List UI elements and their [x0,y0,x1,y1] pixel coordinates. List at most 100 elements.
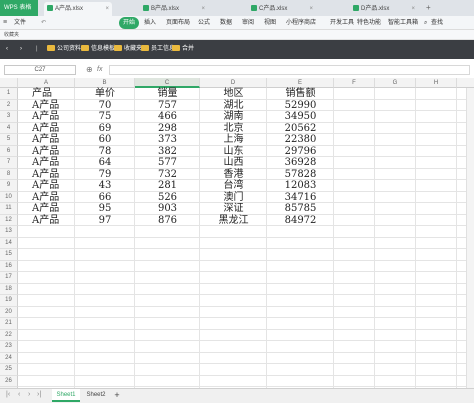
table-cell[interactable]: 北京 [200,123,267,135]
file-tab-b[interactable]: B产品.xlsx × [140,2,208,16]
row-header[interactable]: 16 [0,260,18,272]
table-cell[interactable]: A产品 [32,100,75,112]
fav-templates[interactable]: 信息模板 [81,44,115,55]
row-header[interactable]: 13 [0,226,18,238]
select-all-corner[interactable] [0,78,18,88]
row-header[interactable]: 11 [0,203,18,215]
next-sheet-icon[interactable]: › [28,391,30,398]
table-cell[interactable]: 95 [75,203,135,215]
table-cell[interactable]: 75 [75,111,135,123]
table-cell[interactable]: 43 [75,180,135,192]
table-cell[interactable]: 382 [135,146,200,158]
table-cell[interactable]: 732 [135,169,200,181]
table-cell[interactable]: 97 [75,215,135,227]
row-header[interactable]: 17 [0,272,18,284]
row-header[interactable]: 7 [0,157,18,169]
column-header[interactable]: F [334,78,375,88]
column-title-cell[interactable]: 产品 [32,88,75,100]
menu-insert[interactable]: 插入 [144,17,156,29]
back-icon[interactable]: ‹ [6,44,8,55]
row-header[interactable]: 19 [0,295,18,307]
prev-sheet-icon[interactable]: ‹ [18,391,20,398]
sheet-tab-2[interactable]: Sheet2 [82,389,110,402]
table-cell[interactable]: 526 [135,192,200,204]
row-header[interactable]: 26 [0,375,18,387]
row-header[interactable]: 12 [0,214,18,226]
table-cell[interactable]: 12083 [267,180,334,192]
search-icon[interactable]: ⌕ [424,17,427,29]
fav-company-docs[interactable]: 公司资料 [47,44,81,55]
row-header[interactable]: 1 [0,88,18,100]
add-sheet-button[interactable]: + [112,389,122,402]
row-header[interactable]: 24 [0,352,18,364]
row-header[interactable]: 20 [0,306,18,318]
table-cell[interactable]: 60 [75,134,135,146]
table-cell[interactable]: A产品 [32,215,75,227]
row-header[interactable]: 10 [0,191,18,203]
spreadsheet-grid[interactable]: ABCDEFGHI1234567891011121314151617181920… [0,78,474,388]
table-cell[interactable]: 903 [135,203,200,215]
row-header[interactable]: 9 [0,180,18,192]
row-header[interactable]: 22 [0,329,18,341]
menu-features[interactable]: 特色功能 [357,17,381,29]
table-cell[interactable]: 52990 [267,100,334,112]
menu-formula[interactable]: 公式 [198,17,210,29]
table-cell[interactable]: 湖南 [200,111,267,123]
close-icon[interactable]: × [309,2,313,16]
table-cell[interactable]: A产品 [32,180,75,192]
menu-data[interactable]: 数据 [220,17,232,29]
table-cell[interactable]: 85785 [267,203,334,215]
wps-home-tab[interactable]: WPS 表格 [0,0,38,16]
table-cell[interactable]: 66 [75,192,135,204]
table-cell[interactable]: 22380 [267,134,334,146]
table-cell[interactable]: 281 [135,180,200,192]
new-tab-icon[interactable]: + [426,3,431,12]
column-title-cell[interactable]: 单价 [75,88,135,100]
table-cell[interactable]: 台湾 [200,180,267,192]
table-cell[interactable]: 20562 [267,123,334,135]
undo-icon[interactable]: ↶ [41,17,46,29]
file-tab-c[interactable]: C产品.xlsx × [248,2,316,16]
table-cell[interactable]: 466 [135,111,200,123]
fav-merge[interactable]: 合并 [172,44,194,55]
row-header[interactable]: 25 [0,364,18,376]
table-cell[interactable]: A产品 [32,203,75,215]
column-title-cell[interactable]: 销售额 [267,88,334,100]
table-cell[interactable]: 34716 [267,192,334,204]
menu-file[interactable]: 文件 [14,17,26,29]
close-icon[interactable]: × [411,2,415,16]
table-cell[interactable]: 34950 [267,111,334,123]
table-cell[interactable]: 29796 [267,146,334,158]
hamburger-icon[interactable]: ≡ [3,19,7,26]
table-cell[interactable]: A产品 [32,157,75,169]
search-label[interactable]: 查找 [431,17,443,29]
column-header[interactable]: H [416,78,457,88]
table-cell[interactable]: A产品 [32,192,75,204]
table-cell[interactable]: 36928 [267,157,334,169]
table-cell[interactable]: 香港 [200,169,267,181]
table-cell[interactable]: A产品 [32,146,75,158]
table-cell[interactable]: A产品 [32,134,75,146]
forward-icon[interactable]: › [20,44,22,55]
row-header[interactable]: 23 [0,341,18,353]
table-cell[interactable]: 湖北 [200,100,267,112]
row-header[interactable]: 2 [0,99,18,111]
row-header[interactable]: 21 [0,318,18,330]
row-header[interactable]: 3 [0,111,18,123]
last-sheet-icon[interactable]: ›| [37,391,41,398]
row-header[interactable]: 14 [0,237,18,249]
row-header[interactable]: 5 [0,134,18,146]
table-cell[interactable]: 757 [135,100,200,112]
fav-staff-info[interactable]: 员工信息 [141,44,175,55]
table-cell[interactable]: A产品 [32,169,75,181]
file-tab-a[interactable]: A产品.xlsx × [44,2,112,16]
row-header[interactable]: 6 [0,145,18,157]
fav-favorites[interactable]: 收藏夹 [114,44,142,55]
close-icon[interactable]: × [201,2,205,16]
row-header[interactable]: 8 [0,168,18,180]
table-cell[interactable]: 876 [135,215,200,227]
column-header[interactable]: A [18,78,75,88]
table-cell[interactable]: 64 [75,157,135,169]
menu-smart-toolbox[interactable]: 智能工具箱 [388,17,418,29]
table-cell[interactable]: 山东 [200,146,267,158]
